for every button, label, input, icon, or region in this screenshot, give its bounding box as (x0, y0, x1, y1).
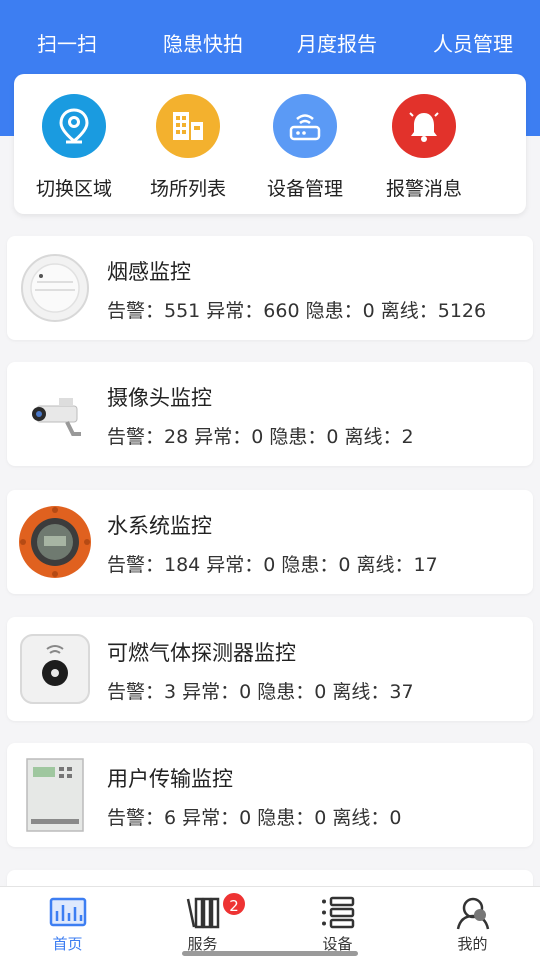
venue-list-label: 场所列表 (149, 178, 226, 200)
monitor-card-transmission[interactable]: 用户传输监控 告警：6 异常：0 隐患：0 离线：0 (7, 743, 533, 847)
quick-actions-card: 切换区域 场所列表 设备管理 报警消息 (14, 74, 526, 214)
people-icon (451, 0, 495, 8)
monitor-card-camera[interactable]: 摄像头监控 告警：28 异常：0 隐患：0 离线：2 (7, 362, 533, 466)
books-icon (186, 897, 219, 929)
monthly-report-button[interactable]: 月度报告 (272, 0, 402, 62)
monitor-title: 摄像头监控 (107, 386, 212, 410)
tab-label: 首页 (52, 935, 83, 953)
monitor-stats: 告警：28 异常：0 隐患：0 离线：2 (107, 426, 414, 448)
monitor-stats: 告警：184 异常：0 隐患：0 离线：17 (107, 554, 438, 576)
hazard-photo-button[interactable]: 隐患快拍 (138, 0, 268, 62)
home-indicator (182, 951, 358, 956)
tab-home[interactable]: 首页 (0, 887, 135, 960)
device-management-label: 设备管理 (266, 178, 343, 200)
camera-device-icon (17, 376, 93, 452)
switch-area-label: 切换区域 (35, 178, 112, 200)
monitor-title: 用户传输监控 (107, 767, 233, 791)
top-action-bar: 扫一扫 隐患快拍 月度报告 人员管理 (0, 0, 540, 62)
venue-list-button[interactable]: 场所列表 (130, 94, 246, 204)
switch-area-button[interactable]: 切换区域 (16, 94, 132, 204)
camera-icon (181, 0, 225, 8)
monitor-card-water[interactable]: 水系统监控 告警：184 异常：0 隐患：0 离线：17 (7, 490, 533, 594)
water-gauge-icon (17, 504, 93, 580)
smoke-detector-icon (17, 250, 93, 326)
tab-profile[interactable]: 我的 (405, 887, 540, 960)
alarm-messages-label: 报警消息 (385, 178, 462, 200)
monitor-title: 烟感监控 (107, 260, 191, 284)
router-icon (273, 94, 337, 158)
scan-button[interactable]: 扫一扫 (2, 0, 132, 62)
alarm-messages-button[interactable]: 报警消息 (366, 94, 482, 204)
monitor-card-gas[interactable]: 可燃气体探测器监控 告警：3 异常：0 隐患：0 离线：37 (7, 617, 533, 721)
monitor-stats: 告警：6 异常：0 隐患：0 离线：0 (107, 807, 402, 829)
monitor-title: 可燃气体探测器监控 (107, 641, 296, 665)
report-icon (315, 0, 359, 8)
device-management-button[interactable]: 设备管理 (247, 94, 363, 204)
location-pin-icon (42, 94, 106, 158)
scan-label: 扫一扫 (37, 32, 97, 56)
building-icon (156, 94, 220, 158)
notification-badge: 2 (221, 891, 247, 917)
transmission-device-icon (17, 757, 93, 833)
bell-icon (392, 94, 456, 158)
home-chart-icon (49, 897, 86, 927)
monitor-stats: 告警：3 异常：0 隐患：0 离线：37 (107, 681, 414, 703)
scan-icon (45, 0, 89, 8)
hazard-photo-label: 隐患快拍 (163, 32, 243, 56)
staff-management-button[interactable]: 人员管理 (408, 0, 538, 62)
gas-detector-icon (17, 631, 93, 707)
staff-management-label: 人员管理 (433, 32, 513, 56)
tab-label: 我的 (457, 935, 488, 953)
monitor-stats: 告警：551 异常：660 隐患：0 离线：5126 (107, 300, 487, 322)
tab-devices[interactable]: 设备 (270, 887, 405, 960)
monitor-title: 水系统监控 (107, 514, 212, 538)
monitor-card-smoke[interactable]: 烟感监控 告警：551 异常：660 隐患：0 离线：5126 (7, 236, 533, 340)
monthly-report-label: 月度报告 (297, 32, 377, 56)
tab-services[interactable]: 服务 2 (135, 887, 270, 960)
bottom-tab-bar: 首页 服务 2 设备 我的 (0, 886, 540, 960)
device-list-icon (321, 896, 354, 929)
profile-icon (456, 897, 489, 930)
